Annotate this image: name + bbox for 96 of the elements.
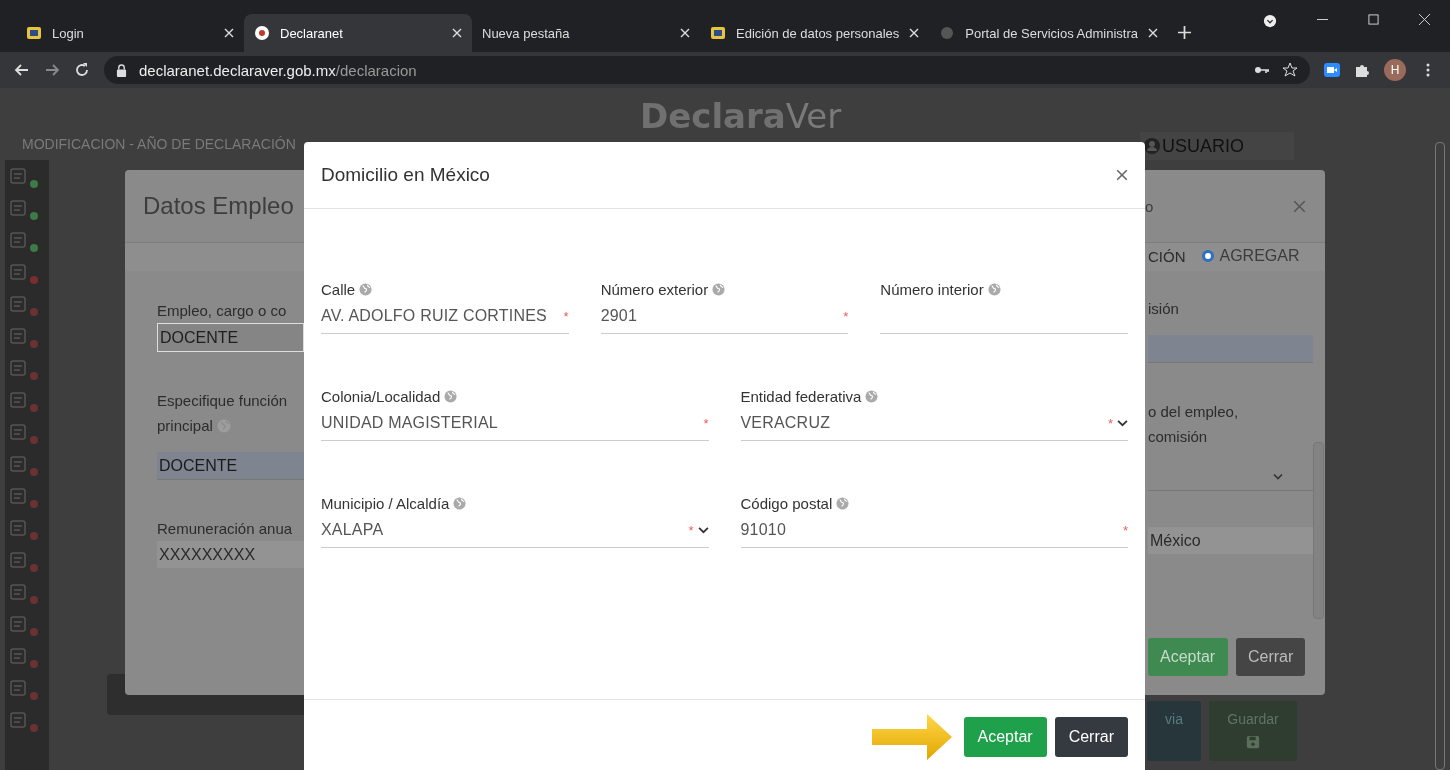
required-mark: * [703,415,709,431]
tab-title: Nueva pestaña [482,25,571,41]
reload-icon[interactable] [74,62,90,78]
browser-tab[interactable]: Portal de Servicios Administra [929,14,1169,52]
chevron-down-icon [1117,419,1128,427]
section-icon [9,230,29,250]
section-icon [9,710,29,730]
section-icon [9,358,29,378]
globe-icon [359,282,373,296]
dialog-title: Datos Empleo [143,192,294,220]
browser-tab[interactable]: Nueva pestaña [472,14,700,52]
user-icon [1144,138,1160,154]
section-icon [9,422,29,442]
input-field[interactable]: México [1148,527,1313,554]
tab-title: Declaranet [280,25,344,41]
back-icon[interactable] [14,62,30,78]
section-icon [9,326,29,346]
field-label: Número interior [880,280,984,298]
scrollbar[interactable] [1313,442,1324,619]
browser-tab[interactable]: Login [16,14,244,52]
field-label: o del empleo, comisión [1148,402,1240,447]
tab-title: Login [52,25,85,41]
field-label: Municipio / Alcaldía [321,494,450,512]
input-field[interactable]: 2901 * [600,299,849,334]
input-field[interactable]: XALAPA * [321,513,709,548]
scrollbar[interactable] [1435,142,1445,770]
section-icon [9,518,29,538]
globe-icon [836,496,850,510]
pointer-arrow-icon [871,714,952,760]
chevron-down-icon [1273,473,1283,480]
section-icon [9,390,29,410]
tab-title: Edición de datos personales [736,25,900,41]
section-icon [9,486,29,506]
required-mark: * [1122,522,1128,538]
address-field[interactable]: declaranet.declaraver.gob.mx/declaracion [104,56,1310,84]
tab-search-icon[interactable] [1263,14,1277,28]
browser-tab[interactable]: Edición de datos personales [700,14,930,52]
site-logo-icon [254,25,270,41]
section-icon [9,166,29,186]
forward-icon[interactable] [44,62,60,78]
profile-avatar[interactable]: H [1384,59,1406,81]
lock-icon [116,63,127,77]
dialog-button[interactable]: Cerrar [1236,638,1306,676]
input-field[interactable]: AV. ADOLFO RUIZ CORTINES * [321,299,569,334]
save-icon [1246,735,1260,749]
field-label: Número exterior [600,280,709,298]
video-camera-icon[interactable] [1324,62,1340,78]
section-icon [9,550,29,570]
input-field[interactable]: DOCENTE [157,452,304,480]
globe-icon [712,282,726,296]
input-field[interactable] [1148,335,1313,363]
required-mark: * [563,308,569,324]
globe-icon [444,389,458,403]
input-field[interactable]: 91010 * [740,513,1128,548]
globe-icon [987,282,1001,296]
section-icon [9,614,29,634]
required-mark: * [843,308,849,324]
dialog-title: o [1145,198,1154,215]
new-tab-icon[interactable] [1178,26,1192,39]
section-icon [9,454,29,474]
field-label: Código postal [740,494,833,512]
field-label: Especifique función principal [157,391,289,436]
dialog-title: Domicilio en México [321,164,490,186]
required-mark: * [688,522,694,538]
section-icon [9,646,29,666]
field-label: Calle [321,280,356,298]
input-field[interactable]: XXXXXXXXX [157,541,304,568]
section-icon [9,262,29,282]
field-label: Entidad federativa [740,387,862,405]
badge-icon [26,25,42,41]
tab-title: Portal de Servicios Administra [965,25,1139,41]
maximize-icon[interactable] [1368,14,1379,25]
section-icon [9,198,29,218]
option-label: CIÓN [1148,246,1186,267]
browser-tab[interactable]: Declaranet [244,14,472,52]
section-icon [9,678,29,698]
field-label: Colonia/Localidad [321,387,441,405]
globe-icon [453,496,467,510]
field-label: Remuneración anua [157,519,294,539]
input-field[interactable]: VERACRUZ * [740,406,1128,441]
section-icon [9,294,29,314]
field-label: Empleo, cargo o co [157,301,288,321]
badge-icon [710,25,726,41]
seal-icon [939,25,956,41]
chevron-down-icon [697,526,709,534]
field-label: isión [1148,299,1180,319]
required-mark: * [1107,415,1113,431]
globe-icon [865,389,879,403]
dialog-button[interactable]: Cerrar [1054,717,1128,757]
input-field[interactable]: DOCENTE [157,323,304,352]
puzzle-icon[interactable] [1354,62,1370,78]
star-icon[interactable] [1282,62,1298,78]
declaration-heading: MODIFICACION - AÑO DE DECLARACIÓN [22,136,296,152]
close-icon[interactable] [1116,169,1128,181]
section-icon [9,582,29,602]
input-field[interactable]: UNIDAD MAGISTERIAL * [321,406,709,441]
